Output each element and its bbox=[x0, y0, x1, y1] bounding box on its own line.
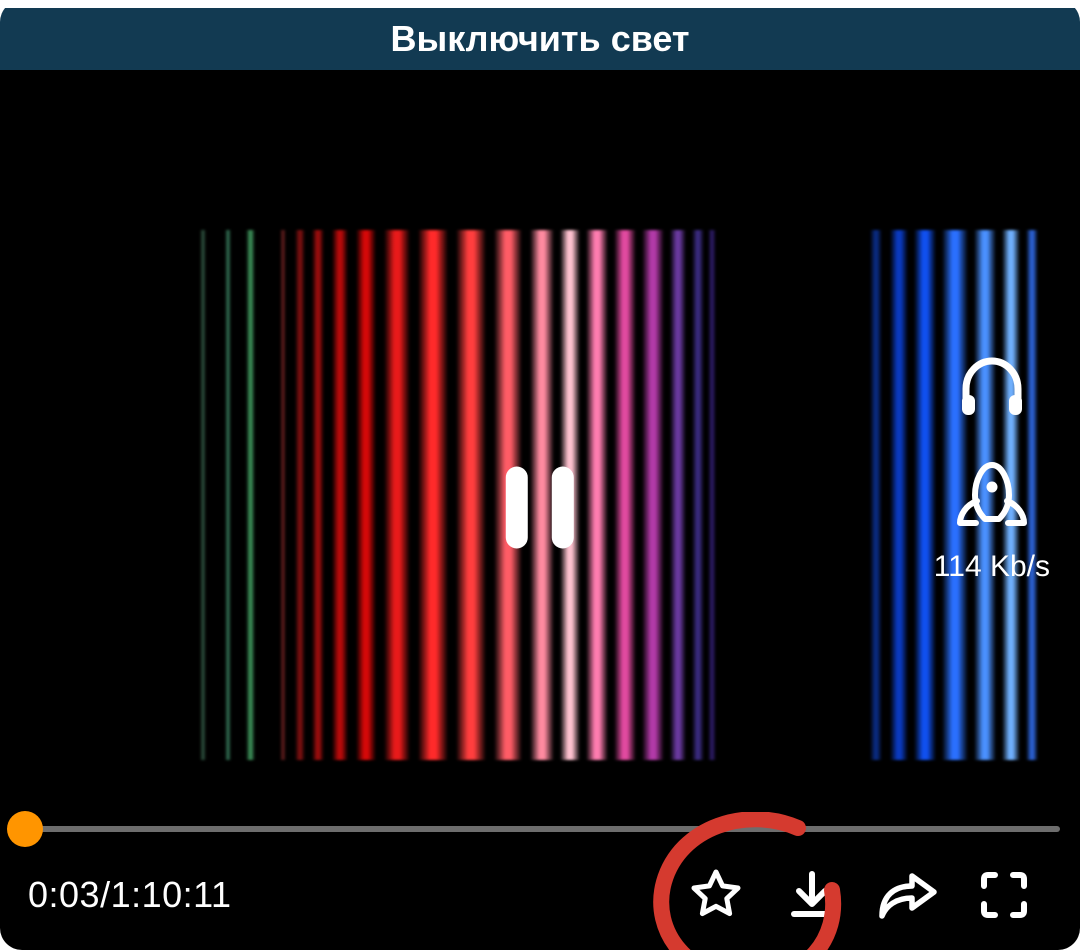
share-icon bbox=[878, 870, 938, 920]
spectrum-bar bbox=[200, 230, 206, 760]
spectrum-bar bbox=[456, 230, 486, 760]
playback-time: 0:03/1:10:11 bbox=[28, 874, 232, 916]
lights-off-bar[interactable]: Выключить свет bbox=[0, 8, 1080, 70]
spectrum-bar bbox=[670, 230, 686, 760]
spectrum-bar bbox=[295, 230, 305, 760]
spectrum-bar bbox=[642, 230, 664, 760]
spectrum-bar bbox=[890, 230, 908, 760]
progress-bar[interactable] bbox=[20, 826, 1060, 832]
headphones-icon bbox=[958, 355, 1026, 417]
spectrum-bar bbox=[418, 230, 448, 760]
spectrum-bar bbox=[246, 230, 255, 760]
spectrum-bar bbox=[225, 230, 231, 760]
pause-icon bbox=[552, 467, 574, 549]
spectrum-bar bbox=[280, 230, 286, 760]
spectrum-bar bbox=[692, 230, 704, 760]
download-button[interactable] bbox=[764, 855, 860, 935]
fullscreen-icon bbox=[979, 870, 1029, 920]
pause-icon bbox=[506, 467, 528, 549]
spectrum-bar bbox=[312, 230, 324, 760]
spectrum-bar bbox=[870, 230, 882, 760]
network-speed-label: 114 Kb/s bbox=[934, 550, 1050, 584]
star-icon bbox=[689, 868, 743, 922]
favorite-button[interactable] bbox=[668, 855, 764, 935]
spectrum-bar bbox=[586, 230, 608, 760]
player-bottom-bar: 0:03/1:10:11 bbox=[0, 840, 1080, 950]
side-controls: 114 Kb/s bbox=[934, 350, 1050, 584]
rocket-icon bbox=[952, 461, 1032, 527]
spectrum-bar bbox=[614, 230, 636, 760]
lights-off-label: Выключить свет bbox=[390, 18, 689, 60]
pause-button[interactable] bbox=[496, 467, 584, 554]
audio-mode-button[interactable] bbox=[950, 350, 1034, 422]
spectrum-bar bbox=[914, 230, 936, 760]
video-player-page: Выключить свет bbox=[0, 0, 1080, 950]
video-player: 114 Kb/s 0:03/1:10:11 bbox=[0, 70, 1080, 950]
spectrum-bar bbox=[356, 230, 376, 760]
download-icon bbox=[785, 868, 839, 922]
speed-boost-button[interactable] bbox=[950, 458, 1034, 530]
total-time: 1:10:11 bbox=[111, 874, 232, 915]
spectrum-bar bbox=[384, 230, 410, 760]
fullscreen-button[interactable] bbox=[956, 855, 1052, 935]
spectrum-bar bbox=[708, 230, 716, 760]
share-button[interactable] bbox=[860, 855, 956, 935]
spectrum-bar bbox=[332, 230, 348, 760]
current-time: 0:03 bbox=[28, 874, 100, 915]
